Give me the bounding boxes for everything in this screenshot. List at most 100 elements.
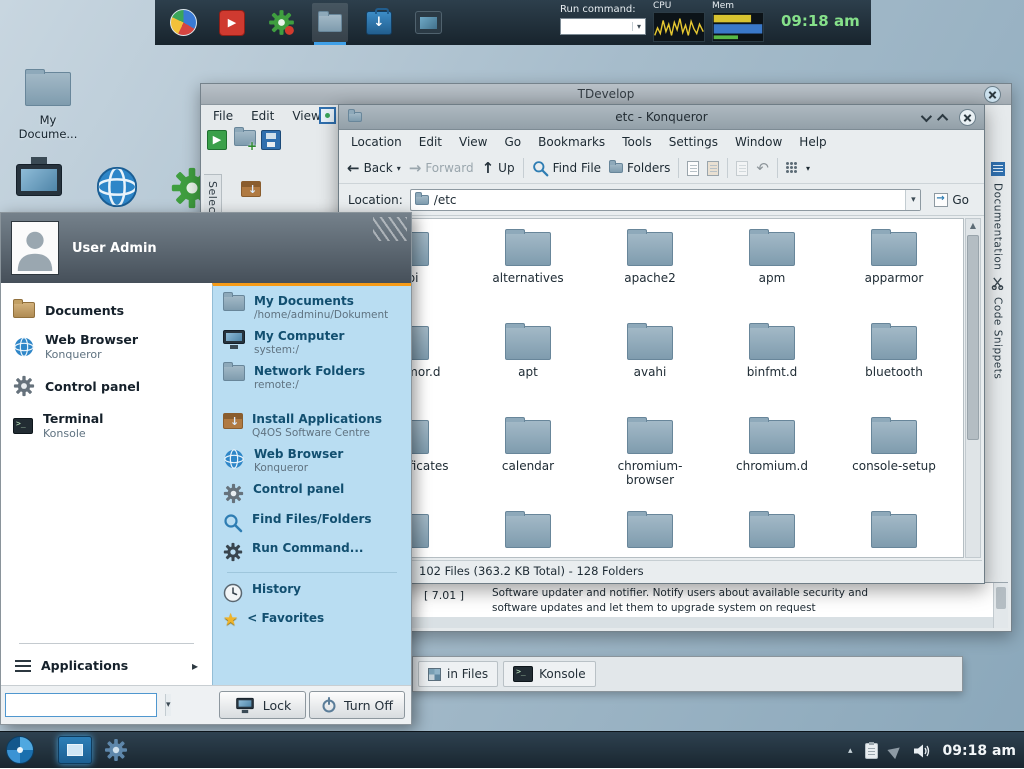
menu-edit[interactable]: Edit xyxy=(251,109,274,123)
package-icon[interactable] xyxy=(241,181,261,197)
menu-file[interactable]: File xyxy=(213,109,233,123)
tdevelop-titlebar[interactable]: TDevelop xyxy=(201,84,1011,105)
folder-item[interactable]: calendar xyxy=(467,413,589,507)
menu-item-terminal[interactable]: Terminal Konsole xyxy=(1,406,212,445)
memory-monitor[interactable]: Mem xyxy=(712,1,766,45)
print-icon[interactable] xyxy=(736,161,748,176)
shade-icon[interactable] xyxy=(921,110,932,121)
menu-item-network-folders[interactable]: Network Folders remote:/ xyxy=(213,361,411,394)
tab-konsole[interactable]: Konsole xyxy=(503,661,596,687)
taskbar-active-window[interactable] xyxy=(58,736,92,764)
up-button[interactable]: ↑ Up xyxy=(482,161,515,176)
clipboard-icon[interactable] xyxy=(865,743,878,759)
menu-item-history[interactable]: History xyxy=(213,579,411,606)
folder-item[interactable]: apache2 xyxy=(589,225,711,319)
folder-item[interactable]: apm xyxy=(711,225,833,319)
desktop-icon-my-documents[interactable]: My Docume... xyxy=(10,72,86,142)
menu-item-find-files[interactable]: Find Files/Folders xyxy=(213,509,411,536)
folder-item[interactable]: chromium-browser xyxy=(589,413,711,507)
back-button[interactable]: ← Back ▾ xyxy=(347,161,401,176)
clock[interactable]: 09:18 am xyxy=(943,743,1016,759)
pointer-icon[interactable] xyxy=(887,742,903,758)
back-dropdown-icon[interactable]: ▾ xyxy=(397,164,401,173)
search-input[interactable] xyxy=(6,694,165,716)
menu-view[interactable]: View xyxy=(459,135,487,149)
view-mode-dropdown-icon[interactable]: ▾ xyxy=(806,164,810,173)
konqueror-titlebar[interactable]: etc - Konqueror xyxy=(339,105,984,130)
menu-item-favorites[interactable]: ★ < Favorites xyxy=(213,608,411,632)
tray-expand-icon[interactable]: ▴ xyxy=(848,746,853,756)
run-icon[interactable]: ▶ xyxy=(207,130,227,150)
clock[interactable]: 09:18 am xyxy=(781,12,860,30)
documentation-icon[interactable] xyxy=(991,162,1005,176)
scrollbar-thumb[interactable] xyxy=(996,587,1006,609)
cpu-monitor[interactable]: CPU xyxy=(653,1,707,45)
menu-tools[interactable]: Tools xyxy=(622,135,652,149)
paste-icon[interactable] xyxy=(707,161,719,176)
menu-item-applications[interactable]: Applications ▸ xyxy=(1,652,212,685)
folder-item[interactable]: console-setup xyxy=(833,413,955,507)
save-icon[interactable] xyxy=(261,130,281,150)
taskbar-settings-app[interactable] xyxy=(104,738,128,762)
desktop-icon-web-browser[interactable] xyxy=(94,164,140,210)
avatar[interactable] xyxy=(11,221,59,275)
folder-item[interactable] xyxy=(711,507,833,558)
file-manager-launcher[interactable] xyxy=(312,3,348,42)
search-dropdown-icon[interactable]: ▾ xyxy=(165,694,171,716)
forward-button[interactable]: → Forward xyxy=(409,161,474,176)
scissors-icon[interactable] xyxy=(991,277,1004,290)
undo-icon[interactable]: ↶ xyxy=(756,159,769,177)
menu-item-control-panel[interactable]: Control panel xyxy=(1,370,212,402)
scroll-up-icon[interactable]: ▲ xyxy=(966,219,980,233)
open-project-icon[interactable]: + xyxy=(234,130,254,150)
file-view-scrollbar[interactable]: ▲ xyxy=(965,218,981,558)
menu-item-control-panel[interactable]: Control panel xyxy=(213,479,411,507)
location-input[interactable] xyxy=(429,191,906,209)
folders-button[interactable]: Folders xyxy=(609,161,670,175)
stats-app-launcher[interactable] xyxy=(165,3,201,42)
menu-item-web-browser[interactable]: Web Browser Konqueror xyxy=(1,327,212,366)
menu-item-web-browser[interactable]: Web Browser Konqueror xyxy=(213,444,411,477)
menu-item-my-computer[interactable]: My Computer system:/ xyxy=(213,326,411,359)
menu-go[interactable]: Go xyxy=(505,135,522,149)
menu-edit[interactable]: Edit xyxy=(419,135,442,149)
folder-item[interactable]: apt xyxy=(467,319,589,413)
run-command-input[interactable] xyxy=(561,20,632,33)
folder-item[interactable] xyxy=(467,507,589,558)
volume-icon[interactable] xyxy=(913,743,931,759)
close-icon[interactable] xyxy=(984,86,1001,103)
folder-item[interactable]: alternatives xyxy=(467,225,589,319)
menu-item-documents[interactable]: Documents xyxy=(1,297,212,323)
close-icon[interactable] xyxy=(959,109,976,126)
folder-item[interactable]: binfmt.d xyxy=(711,319,833,413)
menu-settings[interactable]: Settings xyxy=(669,135,718,149)
menu-item-run-command[interactable]: Run Command... xyxy=(213,538,411,565)
menu-view[interactable]: View xyxy=(292,109,320,123)
tab-documentation[interactable]: Documentation xyxy=(992,183,1004,270)
tab-code-snippets[interactable]: Code Snippets xyxy=(992,297,1004,379)
plugin-icon[interactable] xyxy=(319,107,336,124)
start-button[interactable] xyxy=(6,736,34,764)
folder-item[interactable]: chromium.d xyxy=(711,413,833,507)
scrollbar-thumb[interactable] xyxy=(967,235,979,440)
lock-button[interactable]: Lock xyxy=(219,691,306,719)
menu-window[interactable]: Window xyxy=(735,135,782,149)
folder-item[interactable]: avahi xyxy=(589,319,711,413)
list-scrollbar[interactable] xyxy=(993,583,1008,628)
installer-launcher[interactable]: ↓ xyxy=(361,3,397,42)
folder-item[interactable] xyxy=(833,507,955,558)
menu-bookmarks[interactable]: Bookmarks xyxy=(538,135,605,149)
turn-off-button[interactable]: Turn Off xyxy=(309,691,405,719)
find-file-button[interactable]: Find File xyxy=(532,160,601,177)
copy-icon[interactable] xyxy=(687,161,699,176)
folder-item[interactable]: bluetooth xyxy=(833,319,955,413)
run-command-dropdown-icon[interactable]: ▾ xyxy=(632,22,645,31)
media-app-launcher[interactable]: ▶ xyxy=(214,3,250,42)
location-dropdown-icon[interactable]: ▾ xyxy=(905,190,920,210)
menu-help[interactable]: Help xyxy=(799,135,826,149)
software-centre-launcher[interactable] xyxy=(263,3,299,42)
go-button[interactable]: Go xyxy=(928,188,975,212)
menu-location[interactable]: Location xyxy=(351,135,402,149)
view-mode-icon[interactable] xyxy=(786,162,798,174)
folder-item[interactable]: apparmor xyxy=(833,225,955,319)
